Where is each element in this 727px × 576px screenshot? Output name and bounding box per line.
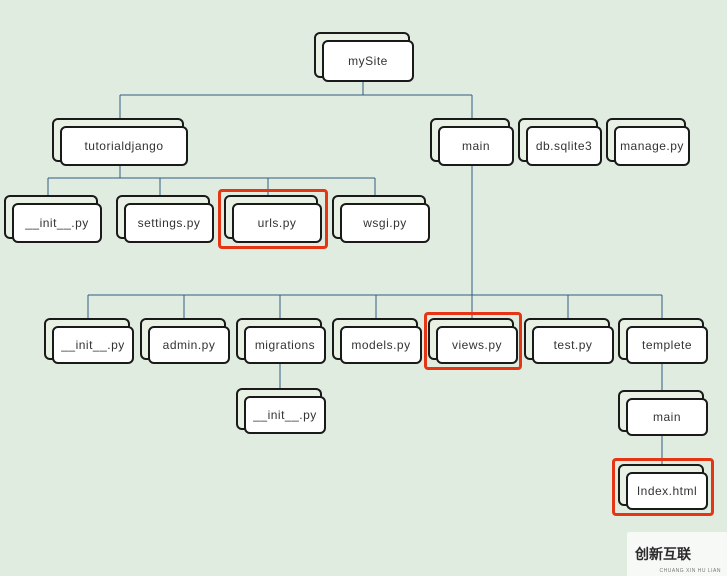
- node-label: wsgi.py: [363, 216, 407, 230]
- node-label: db.sqlite3: [536, 139, 592, 153]
- node-tutorialdjango: tutorialdjango: [52, 118, 188, 166]
- node-main-init: __init__.py: [44, 318, 134, 364]
- watermark-sub: CHUANG XIN HU LIAN: [659, 568, 721, 574]
- node-tut-init: __init__.py: [4, 195, 102, 243]
- node-migrations-init: __init__.py: [236, 388, 326, 434]
- node-label: manage.py: [620, 139, 684, 153]
- node-label: Index.html: [637, 484, 697, 498]
- node-label: admin.py: [163, 338, 216, 352]
- node-label: urls.py: [258, 216, 297, 230]
- node-main: main: [430, 118, 514, 166]
- node-views-py: views.py: [428, 318, 518, 364]
- node-label: test.py: [554, 338, 593, 352]
- node-manage-py: manage.py: [606, 118, 690, 166]
- node-label: tutorialdjango: [84, 139, 163, 153]
- node-urls-py: urls.py: [224, 195, 322, 243]
- node-test-py: test.py: [524, 318, 614, 364]
- watermark-brand: 创新互联: [635, 544, 691, 564]
- node-label: mySite: [348, 54, 388, 68]
- node-label: views.py: [452, 338, 502, 352]
- diagram-canvas: mySite tutorialdjango main db.sqlite3 ma…: [0, 0, 727, 576]
- node-label: main: [653, 410, 681, 424]
- node-models-py: models.py: [332, 318, 422, 364]
- node-label: __init__.py: [25, 216, 89, 230]
- node-label: templete: [642, 338, 692, 352]
- node-db-sqlite3: db.sqlite3: [518, 118, 602, 166]
- node-label: settings.py: [138, 216, 201, 230]
- node-label: migrations: [255, 338, 315, 352]
- node-templete: templete: [618, 318, 708, 364]
- node-label: __init__.py: [61, 338, 125, 352]
- node-settings-py: settings.py: [116, 195, 214, 243]
- node-label: __init__.py: [253, 408, 317, 422]
- node-index-html: Index.html: [618, 464, 708, 510]
- node-wsgi-py: wsgi.py: [332, 195, 430, 243]
- node-label: main: [462, 139, 490, 153]
- node-mysite: mySite: [314, 32, 414, 82]
- node-templete-main: main: [618, 390, 708, 436]
- node-label: models.py: [351, 338, 410, 352]
- node-migrations: migrations: [236, 318, 326, 364]
- node-admin-py: admin.py: [140, 318, 230, 364]
